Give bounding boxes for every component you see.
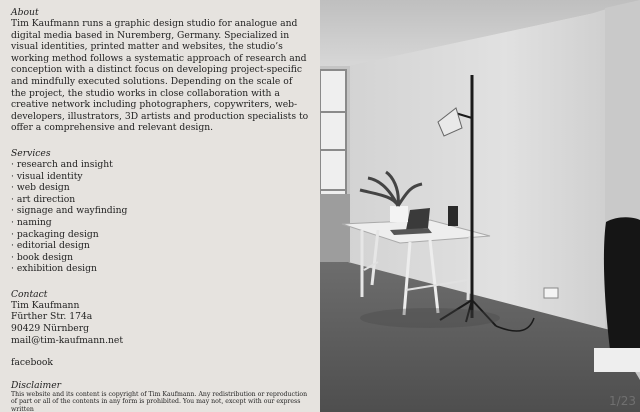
- email-link[interactable]: mail@tim-kaufmann.net: [11, 335, 123, 346]
- disclaimer-text: This website and its content is copyrigh…: [11, 390, 308, 412]
- service-item: · research and insight: [11, 158, 113, 170]
- facebook-link[interactable]: facebook: [11, 357, 53, 368]
- service-item: · packaging design: [11, 228, 99, 240]
- info-panel: About Tim Kaufmann runs a graphic design…: [0, 0, 320, 412]
- about-heading: About: [11, 7, 39, 18]
- studio-photo[interactable]: 1/23: [320, 0, 640, 412]
- about-section: About Tim Kaufmann runs a graphic design…: [11, 7, 310, 134]
- services-section: Services · research and insight · visual…: [11, 148, 310, 275]
- contact-section: Contact Tim Kaufmann Fürther Str. 174a 9…: [11, 289, 310, 346]
- service-item: · naming: [11, 216, 52, 228]
- service-item: · visual identity: [11, 170, 83, 182]
- service-item: · web design: [11, 182, 70, 194]
- service-item: · art direction: [11, 193, 76, 205]
- service-item: · editorial design: [11, 240, 90, 252]
- service-item: · signage and wayfinding: [11, 205, 128, 217]
- services-heading: Services: [11, 147, 51, 159]
- disclaimer-heading: Disclaimer: [11, 379, 62, 391]
- service-item: · book design: [11, 251, 74, 263]
- about-text: Tim Kaufmann runs a graphic design studi…: [11, 18, 309, 134]
- service-item: · exhibition design: [11, 263, 97, 275]
- contact-name: Tim Kaufmann: [11, 299, 80, 311]
- disclaimer-section: Disclaimer This website and its content …: [11, 380, 310, 412]
- contact-heading: Contact: [11, 288, 48, 300]
- slide-counter: 1/23: [609, 394, 636, 408]
- contact-city: 90429 Nürnberg: [11, 323, 90, 335]
- studio-photo-image: [320, 0, 640, 412]
- contact-street: Fürther Str. 174a: [11, 311, 93, 323]
- services-list: · research and insight · visual identity…: [11, 159, 310, 275]
